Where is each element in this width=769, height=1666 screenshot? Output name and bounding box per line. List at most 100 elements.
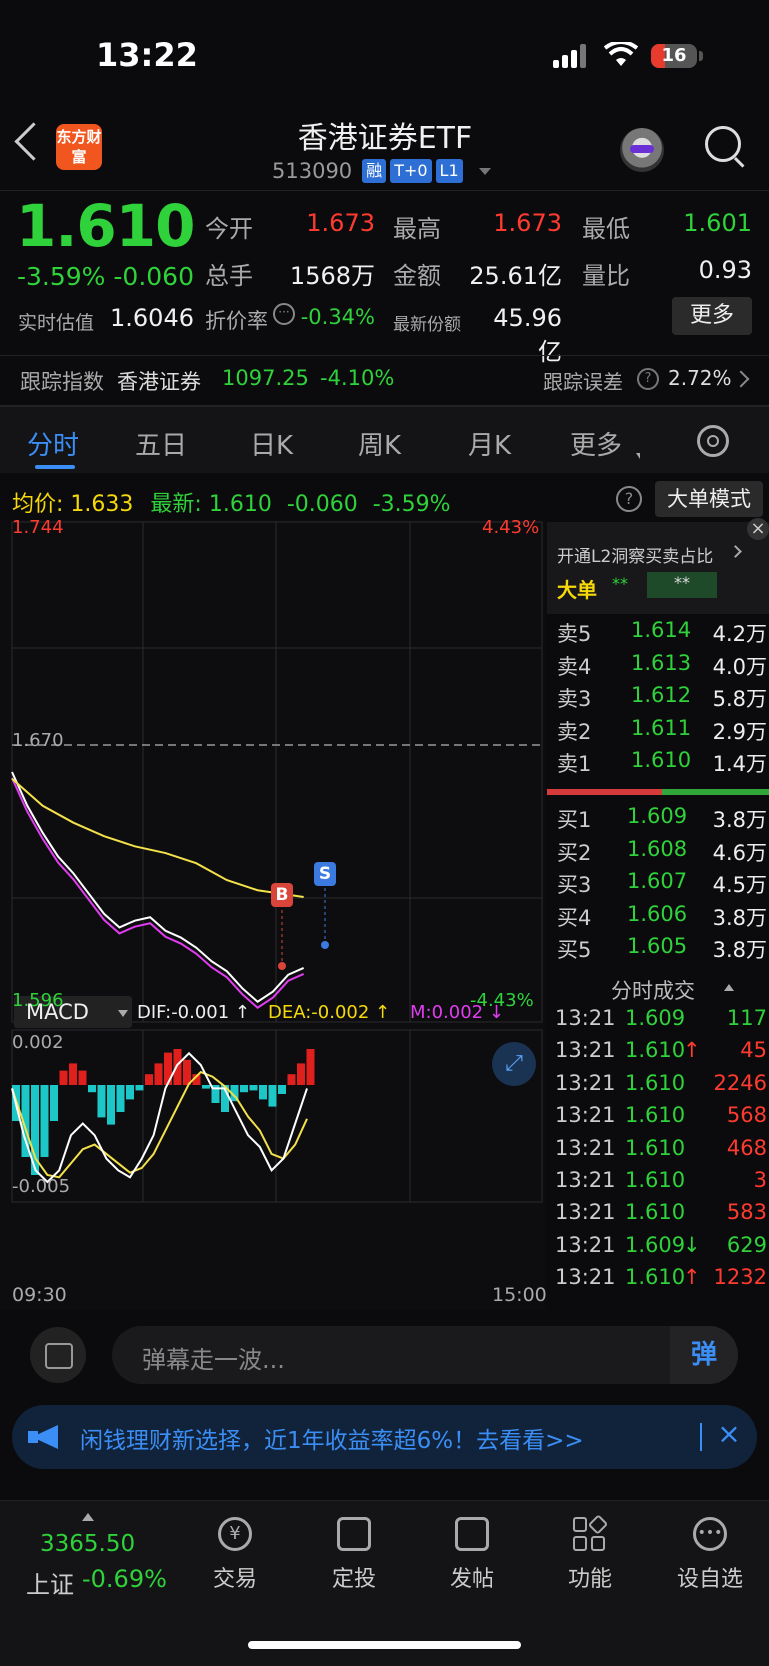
danmu-input[interactable]: 弹幕走一波... 弹 [112,1326,738,1384]
big-order-mode-button[interactable]: 大单模式 [655,481,763,517]
tab-intraday[interactable]: 分时 [27,425,79,462]
index-value[interactable]: 3365.50 [40,1531,135,1557]
index-name[interactable]: 上证 [26,1565,74,1600]
tab-five-day[interactable]: 五日 [135,425,187,462]
chevron-right-icon[interactable] [732,370,750,388]
intraday-chart[interactable]: 1.744 4.43% 1.670 1.596 -4.43% MACD DIF:… [0,517,547,1310]
premium-value: -0.34% [300,305,375,329]
track-index-chg: -4.10% [320,366,395,390]
ask-row[interactable]: 卖4 1.613 4.0万 [557,651,767,683]
bid-level: 买5 [557,938,592,962]
bid-level: 买2 [557,840,592,865]
help-icon[interactable]: ? [616,486,642,512]
close-icon[interactable]: × [747,518,769,540]
tracking-row[interactable]: 跟踪指数 香港证券 1097.25 -4.10% 跟踪误差 ? 2.72% [0,355,769,406]
macd-selector[interactable]: MACD [26,1000,89,1024]
big-order-val2: ** [647,572,717,598]
bid-row[interactable]: 买1 1.609 3.8万 [557,804,767,836]
stock-subline[interactable]: 513090 融 T+0 L1 [272,157,491,185]
order-book: 开通L2洞察买卖占比 大单 ** ** × 卖5 1.614 4.2万 卖4 1.… [547,518,769,1312]
ask-price: 1.611 [631,715,692,740]
chart-tabs: 分时 五日 日K 周K 月K 更多 [0,405,769,473]
wifi-icon [604,42,638,66]
robot-assistant-icon[interactable] [620,128,664,172]
nav-label: 定投 [331,1567,376,1592]
bid-price: 1.605 [627,934,688,958]
bid-row[interactable]: 买4 1.606 3.8万 [557,902,767,934]
nav-investment-plan[interactable]: 定投 [304,1517,404,1593]
bid-volume: 3.8万 [712,938,767,962]
fullscreen-icon[interactable]: ⤢ [492,1042,536,1086]
ask-level: 卖3 [557,687,592,711]
nav-functions[interactable]: 功能 [540,1514,640,1593]
macd-axis-bottom: -0.005 [12,1176,71,1197]
change-pct: -3.59% [17,262,106,291]
chart-calendar-icon [337,1517,371,1551]
macd-bar [164,1052,172,1085]
trade-price: 1.610 [625,1103,686,1128]
close-icon[interactable]: × [714,1419,744,1449]
trade-direction: ↑ [683,1265,701,1290]
tab-monthly-k[interactable]: 月K [468,425,511,462]
macd-bar [69,1063,77,1085]
macd-bar [240,1085,248,1093]
bid-volume: 4.6万 [712,840,767,865]
bid-price: 1.609 [627,804,688,828]
help-icon[interactable]: ? [637,368,659,390]
sell-marker[interactable]: S [314,862,336,886]
macd-dropdown-icon[interactable] [118,1010,128,1017]
ask-level: 卖5 [557,622,592,646]
promo-banner[interactable]: 闲钱理财新选择，近1年收益率超6%！去看看>> × [12,1405,757,1469]
l2-promo[interactable]: 开通L2洞察买卖占比 大单 ** ** [547,522,769,614]
caret-up-icon [82,1513,94,1521]
volume-value: 1568万 [289,262,375,290]
iopv-label: 实时估值 [18,312,95,334]
ask-volume: 4.0万 [712,654,767,679]
trades-title[interactable]: 分时成交 [611,975,695,1005]
trade-price: 1.610 [625,1070,686,1095]
tab-weekly-k[interactable]: 周K [358,425,401,462]
level1-tag: L1 [435,159,463,183]
divider [0,190,769,191]
trade-volume: 1232 [713,1265,767,1290]
tab-daily-k[interactable]: 日K [250,425,293,462]
search-icon[interactable] [705,126,741,162]
trade-time: 13:21 [555,1135,616,1160]
ask-row[interactable]: 卖1 1.610 1.4万 [557,748,767,780]
logo-text: 东方财富 [56,128,102,166]
trade-volume: 583 [726,1200,767,1225]
trade-price: 1.610 [625,1038,686,1063]
danmu-settings-icon[interactable] [30,1327,86,1383]
low-value: 1.601 [683,209,752,237]
ask-volume: 1.4万 [712,752,767,776]
more-button[interactable]: 更多 [672,297,752,335]
trade-time: 13:21 [555,1168,616,1192]
latest-label: 最新: [150,492,202,517]
ask-row[interactable]: 卖2 1.611 2.9万 [557,716,767,748]
ask-price: 1.614 [631,618,692,642]
nav-post[interactable]: 发帖 [422,1517,522,1593]
bid-volume: 3.8万 [712,808,767,832]
ask-volume: 5.8万 [712,687,767,711]
tab-more[interactable]: 更多 [570,425,622,462]
t0-tag: T+0 [390,159,432,183]
buy-marker[interactable]: B [271,883,293,907]
dropdown-icon[interactable] [478,167,491,175]
bid-row[interactable]: 买5 1.605 3.8万 [557,934,767,966]
nav-trade[interactable]: ¥ 交易 [185,1517,285,1593]
ask-row[interactable]: 卖3 1.612 5.8万 [557,683,767,715]
amount-label: 金额 [393,262,441,290]
bid-price: 1.606 [627,901,688,926]
bid-row[interactable]: 买2 1.608 4.6万 [557,837,767,869]
banner-text[interactable]: 闲钱理财新选择，近1年收益率超6%！去看看>> [80,1421,584,1455]
ask-row[interactable]: 卖5 1.614 4.2万 [557,618,767,650]
danmu-send-button[interactable]: 弹 [670,1326,738,1384]
nav-add-watchlist[interactable]: ••• 设自选 [660,1517,760,1593]
back-icon[interactable] [14,122,53,161]
trade-time: 13:21 [555,1200,616,1225]
settings-gear-icon[interactable] [697,425,729,457]
index-change[interactable]: -0.69% [82,1565,167,1593]
bid-row[interactable]: 买3 1.607 4.5万 [557,869,767,901]
status-time: 13:22 [96,36,198,74]
ask-level: 卖1 [557,752,592,776]
